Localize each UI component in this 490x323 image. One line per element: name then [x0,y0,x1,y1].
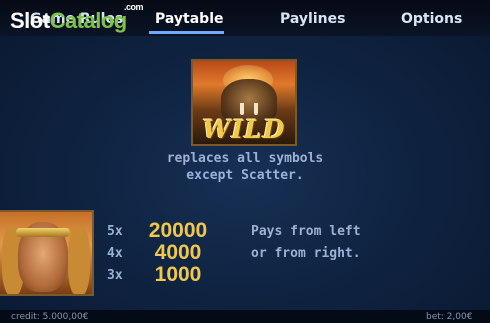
wild-symbol-label: WILD [202,115,286,144]
wild-symbol: WILD [191,59,297,146]
multiplier-5x: 5x [107,224,123,239]
multiplier-4x: 4x [107,246,123,261]
bet-display: bet: 2,00€ [426,312,473,322]
headband-icon [16,228,70,237]
fang-left [240,103,244,115]
payout-4x: 4000 [154,241,202,264]
tab-options[interactable]: Options [401,11,462,27]
pays-direction-line1: Pays from left [251,224,361,239]
wild-description-line1: replaces all symbols [166,151,324,166]
hero-hair-right [68,226,90,294]
tab-paytable[interactable]: Paytable [155,11,223,27]
hero-symbol [0,210,94,296]
fang-right [254,103,258,115]
payout-3x: 1000 [154,263,202,286]
credit-display: credit: 5.000,00€ [11,312,89,322]
payout-5x: 20000 [148,219,208,242]
slotcatalog-logo: SlotCatalog .com [10,2,144,34]
logo-catalog-text: Catalog [49,8,128,33]
pays-direction-line2: or from right. [251,246,361,261]
active-tab-indicator [149,31,224,34]
logo-slot-text: Slot [10,8,50,33]
wild-description-line2: except Scatter. [186,168,304,183]
logo-com-text: .com [124,2,144,12]
multiplier-3x: 3x [107,268,123,283]
tab-paylines[interactable]: Paylines [280,11,345,27]
